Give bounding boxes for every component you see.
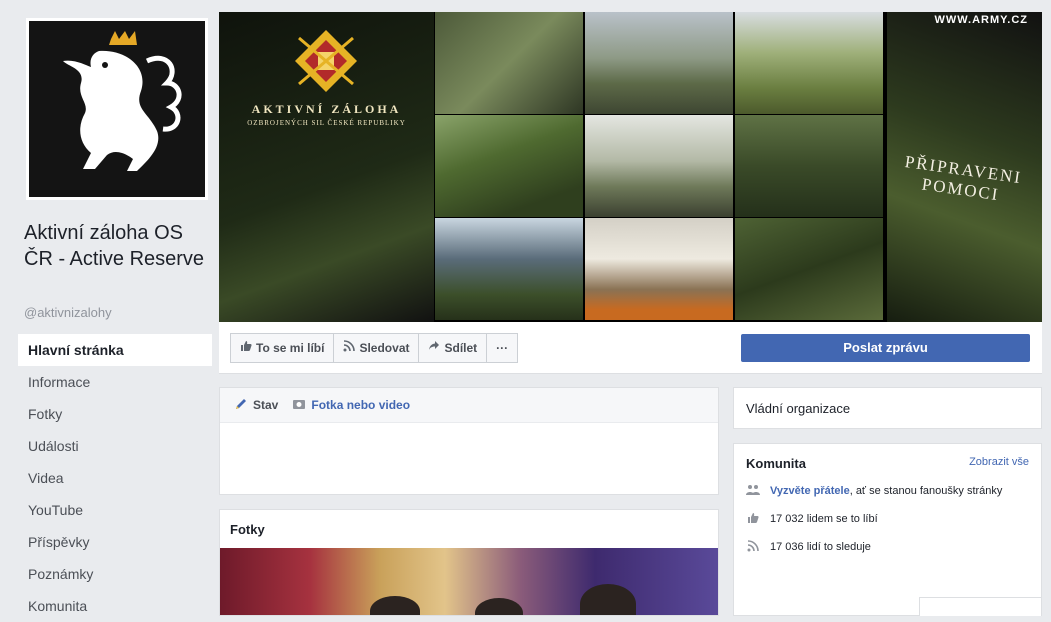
- action-buttons: To se mi líbí Sledovat Sdílet ···: [230, 333, 519, 363]
- nav-item-youtube[interactable]: YouTube: [18, 494, 212, 526]
- follows-row: 17 036 lidí to sleduje: [734, 533, 1041, 561]
- page-nav: Hlavní stránka Informace Fotky Události …: [18, 334, 212, 622]
- camera-icon: [292, 398, 306, 413]
- follow-button[interactable]: Sledovat: [333, 333, 420, 363]
- community-header: Komunita Zobrazit vše: [734, 444, 1041, 477]
- czech-lion-emblem-icon: [29, 21, 205, 197]
- invite-friends-row: Vyzvěte přátele, ať se stanou fanoušky s…: [734, 477, 1041, 505]
- person-silhouette: [370, 596, 420, 615]
- invite-text: Vyzvěte přátele, ať se stanou fanoušky s…: [770, 485, 1002, 497]
- likes-count: 17 032 lidem se to líbí: [770, 513, 878, 525]
- photos-section-title[interactable]: Fotky: [220, 510, 718, 549]
- page-handle[interactable]: @aktivnizalohy: [24, 305, 112, 320]
- composer-input-area[interactable]: [220, 423, 718, 495]
- cover-tile: [585, 115, 733, 217]
- cover-tile: [735, 218, 883, 320]
- person-silhouette: [475, 598, 523, 615]
- cover-motto-panel: WWW.ARMY.CZ PŘIPRAVENI POMOCI: [887, 12, 1042, 322]
- cover-website: WWW.ARMY.CZ: [934, 14, 1028, 26]
- page-action-bar: To se mi líbí Sledovat Sdílet ··· Poslat…: [219, 322, 1042, 374]
- photos-preview-image[interactable]: [220, 548, 718, 615]
- army-emblem-icon: [295, 30, 357, 92]
- share-button[interactable]: Sdílet: [418, 333, 488, 363]
- more-button[interactable]: ···: [486, 333, 519, 363]
- like-label: To se mi líbí: [256, 341, 325, 355]
- nav-item-photos[interactable]: Fotky: [18, 398, 212, 430]
- share-label: Sdílet: [444, 341, 478, 355]
- pencil-icon: [234, 397, 248, 414]
- nav-item-events[interactable]: Události: [18, 430, 212, 462]
- cover-motto: PŘIPRAVENI POMOCI: [903, 151, 1024, 205]
- nav-item-community[interactable]: Komunita: [18, 590, 212, 622]
- nav-item-info[interactable]: Informace: [18, 366, 212, 398]
- likes-row: 17 032 lidem se to líbí: [734, 505, 1041, 533]
- nav-item-videos[interactable]: Videa: [18, 462, 212, 494]
- cover-brand-text: AKTIVNÍ ZÁLOHA OZBROJENÝCH SIL ČESKÉ REP…: [219, 102, 434, 127]
- cover-tile: [585, 12, 733, 114]
- follow-label: Sledovat: [359, 341, 410, 355]
- nav-item-home[interactable]: Hlavní stránka: [18, 334, 212, 366]
- composer-tabs: Stav Fotka nebo video: [220, 388, 718, 423]
- cover-brand-line1: AKTIVNÍ ZÁLOHA: [251, 102, 402, 116]
- rss-icon: [343, 334, 356, 362]
- share-arrow-icon: [428, 334, 440, 362]
- photo-video-tab-label: Fotka nebo video: [311, 398, 411, 412]
- nav-item-posts[interactable]: Příspěvky: [18, 526, 212, 558]
- page-title: Aktivní záloha OS ČR - Active Reserve: [24, 222, 205, 270]
- cover-brand-panel: AKTIVNÍ ZÁLOHA OZBROJENÝCH SIL ČESKÉ REP…: [219, 12, 434, 322]
- chat-tab[interactable]: [919, 597, 1042, 616]
- nav-item-notes[interactable]: Poznámky: [18, 558, 212, 590]
- cover-tile: [735, 115, 883, 217]
- see-all-link[interactable]: Zobrazit vše: [969, 456, 1029, 471]
- profile-picture[interactable]: [26, 18, 208, 200]
- people-icon: [746, 484, 760, 499]
- page-category[interactable]: Vládní organizace: [733, 387, 1042, 429]
- cover-tile: [435, 218, 583, 320]
- follows-count: 17 036 lidí to sleduje: [770, 541, 871, 553]
- person-silhouette: [580, 584, 636, 615]
- send-message-button[interactable]: Poslat zprávu: [741, 334, 1030, 362]
- cover-tile: [735, 12, 883, 114]
- community-title: Komunita: [746, 456, 806, 471]
- cover-brand-line2: OZBROJENÝCH SIL ČESKÉ REPUBLIKY: [247, 119, 406, 127]
- post-composer: Stav Fotka nebo video: [219, 387, 719, 495]
- photo-video-tab[interactable]: Fotka nebo video: [292, 398, 410, 413]
- cover-tile: [585, 218, 733, 320]
- thumbs-up-icon: [240, 334, 252, 362]
- thumbs-up-icon: [746, 512, 760, 527]
- cover-tile: [435, 115, 583, 217]
- photos-section: Fotky: [219, 509, 719, 616]
- cover-photo[interactable]: AKTIVNÍ ZÁLOHA OZBROJENÝCH SIL ČESKÉ REP…: [219, 12, 1042, 322]
- community-box: Komunita Zobrazit vše Vyzvěte přátele, a…: [733, 443, 1042, 616]
- more-label: ···: [496, 341, 509, 355]
- invite-friends-link[interactable]: Vyzvěte přátele: [770, 485, 850, 497]
- status-tab[interactable]: Stav: [234, 397, 278, 414]
- invite-rest: , ať se stanou fanoušky stránky: [849, 485, 1003, 497]
- status-tab-label: Stav: [253, 398, 279, 412]
- cover-tile: [435, 12, 583, 114]
- rss-icon: [746, 539, 760, 555]
- like-button[interactable]: To se mi líbí: [230, 333, 335, 363]
